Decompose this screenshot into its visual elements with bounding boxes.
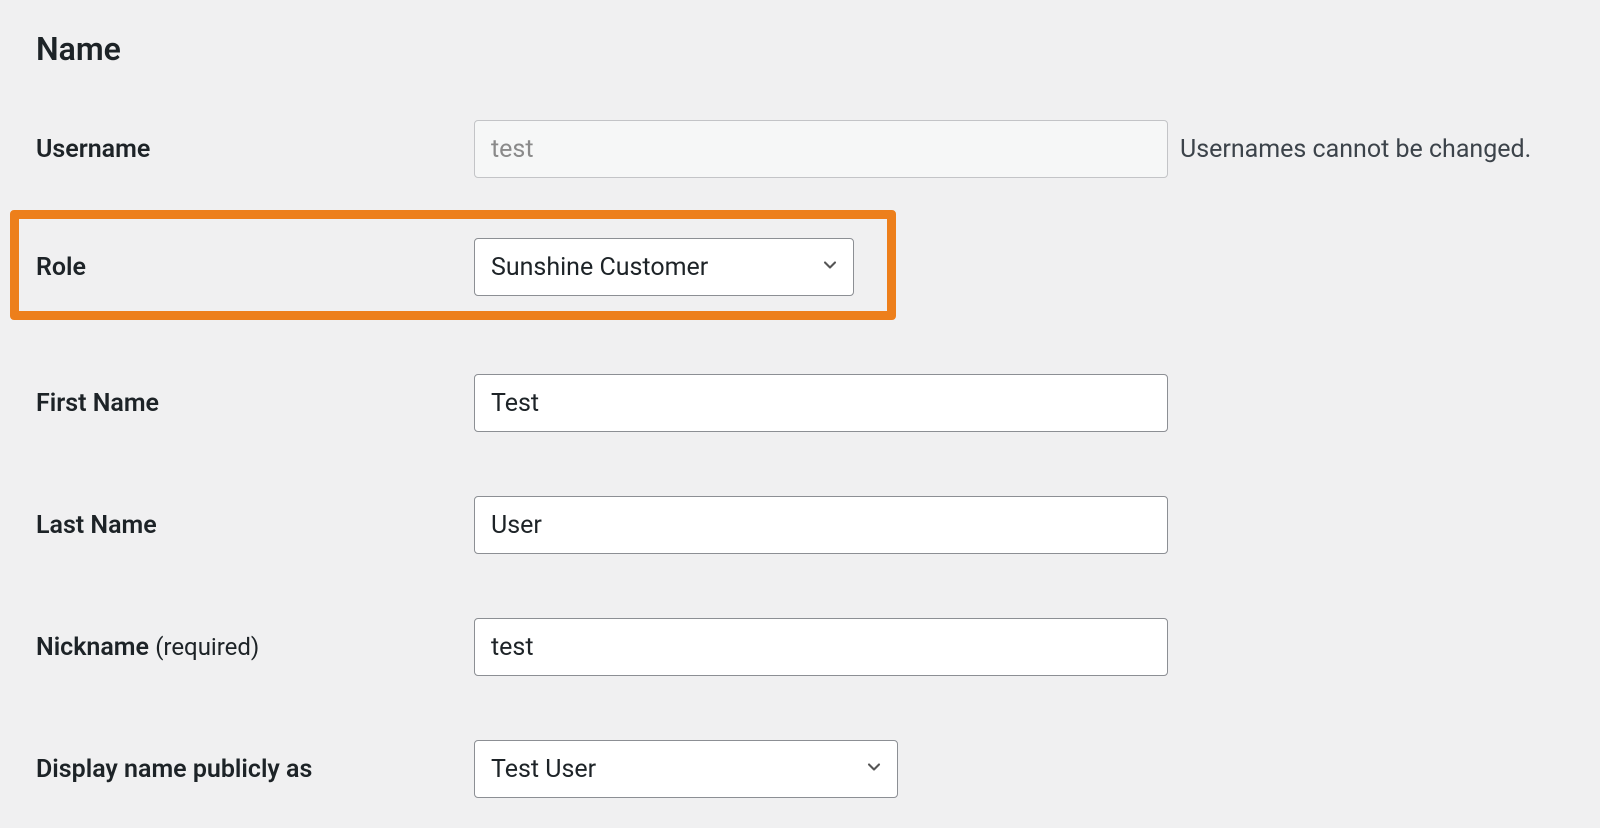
first-name-input[interactable] bbox=[474, 374, 1168, 432]
nickname-row: Nickname (required) bbox=[36, 618, 1564, 676]
last-name-label: Last Name bbox=[36, 511, 474, 540]
role-row: Role Sunshine Customer bbox=[36, 238, 1564, 296]
first-name-row: First Name bbox=[36, 374, 1564, 432]
section-title: Name bbox=[36, 30, 1564, 68]
role-select-wrapper: Sunshine Customer bbox=[474, 238, 854, 296]
role-select[interactable]: Sunshine Customer bbox=[474, 238, 854, 296]
nickname-input[interactable] bbox=[474, 618, 1168, 676]
name-settings-form: Name Username Usernames cannot be change… bbox=[0, 0, 1600, 798]
username-label: Username bbox=[36, 135, 474, 164]
display-name-select[interactable]: Test User bbox=[474, 740, 898, 798]
last-name-input[interactable] bbox=[474, 496, 1168, 554]
username-row: Username Usernames cannot be changed. bbox=[36, 120, 1564, 178]
display-name-row: Display name publicly as Test User bbox=[36, 740, 1564, 798]
nickname-required-text: (required) bbox=[155, 633, 259, 661]
role-label: Role bbox=[36, 253, 474, 282]
username-helper-text: Usernames cannot be changed. bbox=[1180, 135, 1531, 164]
display-name-label: Display name publicly as bbox=[36, 755, 474, 784]
username-input bbox=[474, 120, 1168, 178]
last-name-row: Last Name bbox=[36, 496, 1564, 554]
first-name-label: First Name bbox=[36, 389, 474, 418]
nickname-label: Nickname (required) bbox=[36, 633, 474, 662]
nickname-label-text: Nickname bbox=[36, 633, 149, 662]
display-name-select-wrapper: Test User bbox=[474, 740, 898, 798]
